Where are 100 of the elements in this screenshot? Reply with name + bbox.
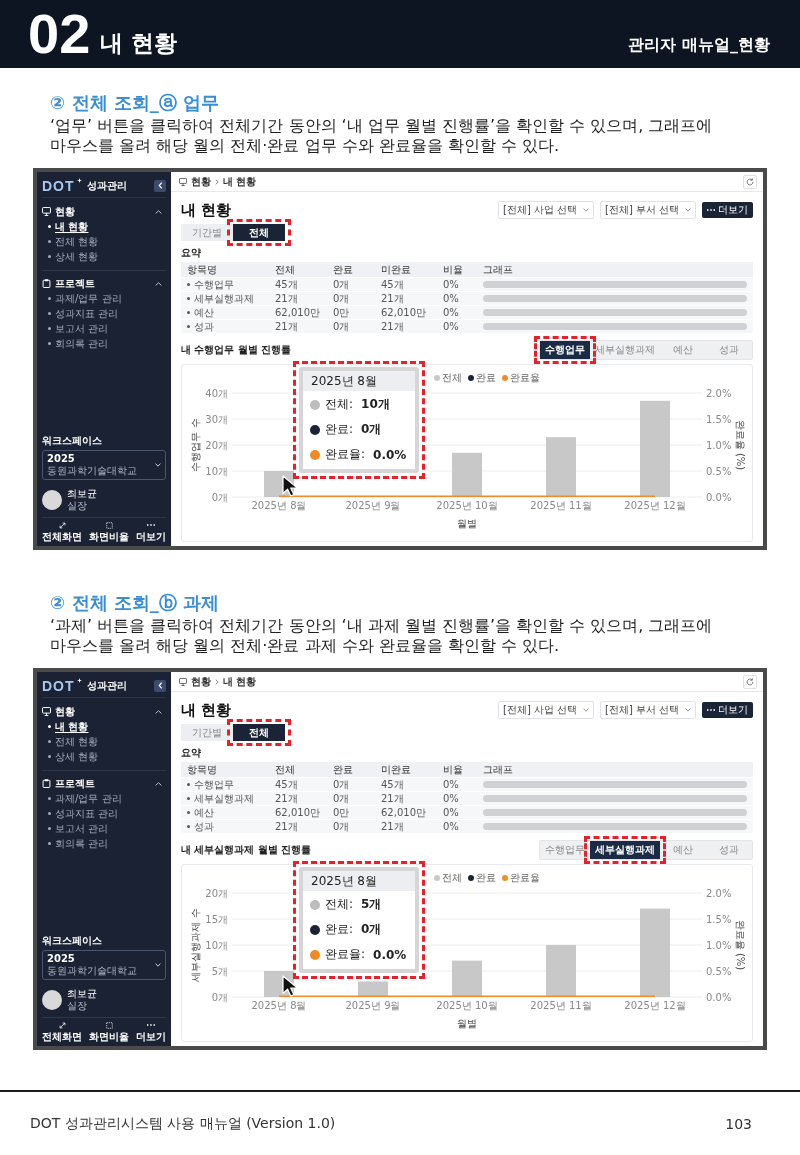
breadcrumb-item[interactable]: 현황 <box>191 674 211 689</box>
tab[interactable]: 전체 <box>233 224 285 241</box>
nav-group-header[interactable]: 현황 <box>42 204 166 219</box>
table-cell: 21개 <box>381 820 404 833</box>
bar <box>546 945 576 997</box>
nav-group-header[interactable]: 프로젝트 <box>42 776 166 791</box>
column-header: 비율 <box>443 763 463 776</box>
more-button[interactable]: 더보기 <box>136 522 166 543</box>
tooltip-label: 전체: <box>325 396 354 413</box>
collapse-button[interactable] <box>154 179 166 192</box>
nav-item[interactable]: 상세 현황 <box>42 249 99 264</box>
sparkle-icon <box>76 178 82 183</box>
column-header: 그래프 <box>483 763 513 776</box>
table-cell: 0개 <box>333 278 350 291</box>
page-title: 내 현황 <box>181 200 232 220</box>
nav-item[interactable]: 전체 현황 <box>42 234 99 249</box>
nav-item[interactable]: 내 현황 <box>42 719 89 734</box>
filter-select[interactable]: [전체] 부서 선택 <box>600 201 696 219</box>
tooltip-label: 완료: <box>325 921 354 938</box>
breadcrumb-item[interactable]: 내 현황 <box>223 174 257 189</box>
x-tick-label: 2025년 10월 <box>436 1000 498 1011</box>
x-tick-label: 2025년 8월 <box>251 500 307 511</box>
screen-ratio-button[interactable]: 화면비율 <box>89 522 129 543</box>
tab[interactable]: 전체 <box>233 724 285 741</box>
bullet-icon <box>48 297 51 300</box>
user-role: 실장 <box>67 500 87 512</box>
fullscreen-button[interactable]: 전체화면 <box>42 522 82 543</box>
nav-group-header[interactable]: 현황 <box>42 704 166 719</box>
nav-item[interactable]: 상세 현황 <box>42 749 99 764</box>
table-cell: 0% <box>443 320 459 333</box>
chart-tab[interactable]: 세부실행과제 <box>590 841 660 859</box>
nav-item[interactable]: 내 현황 <box>42 219 89 234</box>
nav-item[interactable]: 보고서 관리 <box>42 321 109 336</box>
tooltip-value: 0개 <box>361 421 382 438</box>
chevron-right-icon <box>215 178 219 185</box>
chart-tab[interactable]: 수행업무 <box>540 341 590 359</box>
fullscreen-button[interactable]: 전체화면 <box>42 1022 82 1043</box>
filter-select[interactable]: [전체] 사업 선택 <box>498 201 594 219</box>
chevron-right-icon <box>215 678 219 685</box>
tooltip-label: 전체: <box>325 896 354 913</box>
column-header: 그래프 <box>483 263 513 276</box>
chevron-left-icon <box>157 682 163 689</box>
y-tick-label: 10개 <box>205 465 228 477</box>
nav-item[interactable]: 과제/업무 관리 <box>42 291 122 306</box>
chevron-down-icon <box>155 463 161 467</box>
bullet-icon <box>187 325 190 328</box>
bar <box>546 437 576 497</box>
nav-item[interactable]: 보고서 관리 <box>42 821 109 836</box>
table-cell: 0% <box>443 778 459 791</box>
table-cell: 0% <box>443 820 459 833</box>
workspace-select[interactable]: 2025 동원과학기술대학교 <box>42 450 166 480</box>
bullet-icon <box>187 297 190 300</box>
column-header: 완료 <box>333 263 353 276</box>
filter-select[interactable]: [전체] 사업 선택 <box>498 701 594 719</box>
bar <box>452 960 482 997</box>
refresh-button[interactable] <box>743 674 757 689</box>
monitor-icon <box>179 677 187 686</box>
column-header: 전체 <box>275 263 295 276</box>
more-button[interactable]: 더보기 <box>702 202 753 218</box>
nav-item[interactable]: 회의록 관리 <box>42 336 109 351</box>
nav-item[interactable]: 성과지표 관리 <box>42 806 119 821</box>
user-role: 실장 <box>67 1000 87 1012</box>
tooltip-label: 완료율: <box>325 446 366 463</box>
y-tick-label: 5개 <box>211 965 228 977</box>
legend-label: 완료율 <box>510 371 540 385</box>
section-heading: ② 전체 조회_ⓐ 업무 <box>50 92 220 114</box>
breadcrumb-item[interactable]: 내 현황 <box>223 674 257 689</box>
screen-ratio-button[interactable]: 화면비율 <box>89 1022 129 1043</box>
x-tick-label: 2025년 12월 <box>624 1000 686 1011</box>
nav-item[interactable]: 전체 현황 <box>42 734 99 749</box>
manual-section-label: 관리자 매뉴얼_현황 <box>628 35 770 55</box>
x-tick-label: 2025년 11월 <box>530 500 592 511</box>
workspace-select[interactable]: 2025 동원과학기술대학교 <box>42 950 166 980</box>
nav-item[interactable]: 성과지표 관리 <box>42 306 119 321</box>
nav-item[interactable]: 과제/업무 관리 <box>42 791 122 806</box>
bullet-icon <box>48 797 51 800</box>
workspace-organization: 동원과학기술대학교 <box>47 465 137 477</box>
table-cell: 45개 <box>275 278 298 291</box>
nav-group-header[interactable]: 프로젝트 <box>42 276 166 291</box>
collapse-button[interactable] <box>154 679 166 692</box>
column-header: 항목명 <box>187 763 217 776</box>
table-cell: 0% <box>443 278 459 291</box>
section-description: ‘과제’ 버튼을 클릭하여 전체기간 동안의 ‘내 과제 월별 진행률’을 확인할 수 있으며, 그래프에 마우스를 올려 해당 월의 전체·완료 과제 수와 완료율을 확인할 수 있다. <box>50 616 713 656</box>
nav-item[interactable]: 회의록 관리 <box>42 836 109 851</box>
bar <box>452 452 482 497</box>
dotted-square-icon <box>105 1022 113 1029</box>
table-cell: 45개 <box>381 778 404 791</box>
breadcrumb-item[interactable]: 현황 <box>191 174 211 189</box>
bullet-icon <box>187 825 190 828</box>
refresh-button[interactable] <box>743 174 757 189</box>
more-button[interactable]: 더보기 <box>702 702 753 718</box>
bullet-icon <box>48 327 51 330</box>
section-description: ‘업무’ 버튼을 클릭하여 전체기간 동안의 ‘내 업무 월별 진행률’을 확인할 수 있으며, 그래프에 마우스를 올려 해당 월의 전체·완료 업무 수와 완료율을 확인할 수 있다. <box>50 116 713 156</box>
filter-select[interactable]: [전체] 부서 선택 <box>600 701 696 719</box>
refresh-icon <box>746 177 754 186</box>
more-button[interactable]: 더보기 <box>136 1022 166 1043</box>
user-name: 최보균 <box>67 988 97 1000</box>
table-cell: 21개 <box>381 320 404 333</box>
table-cell: 0% <box>443 306 459 319</box>
table-cell: 성과 <box>194 820 214 833</box>
